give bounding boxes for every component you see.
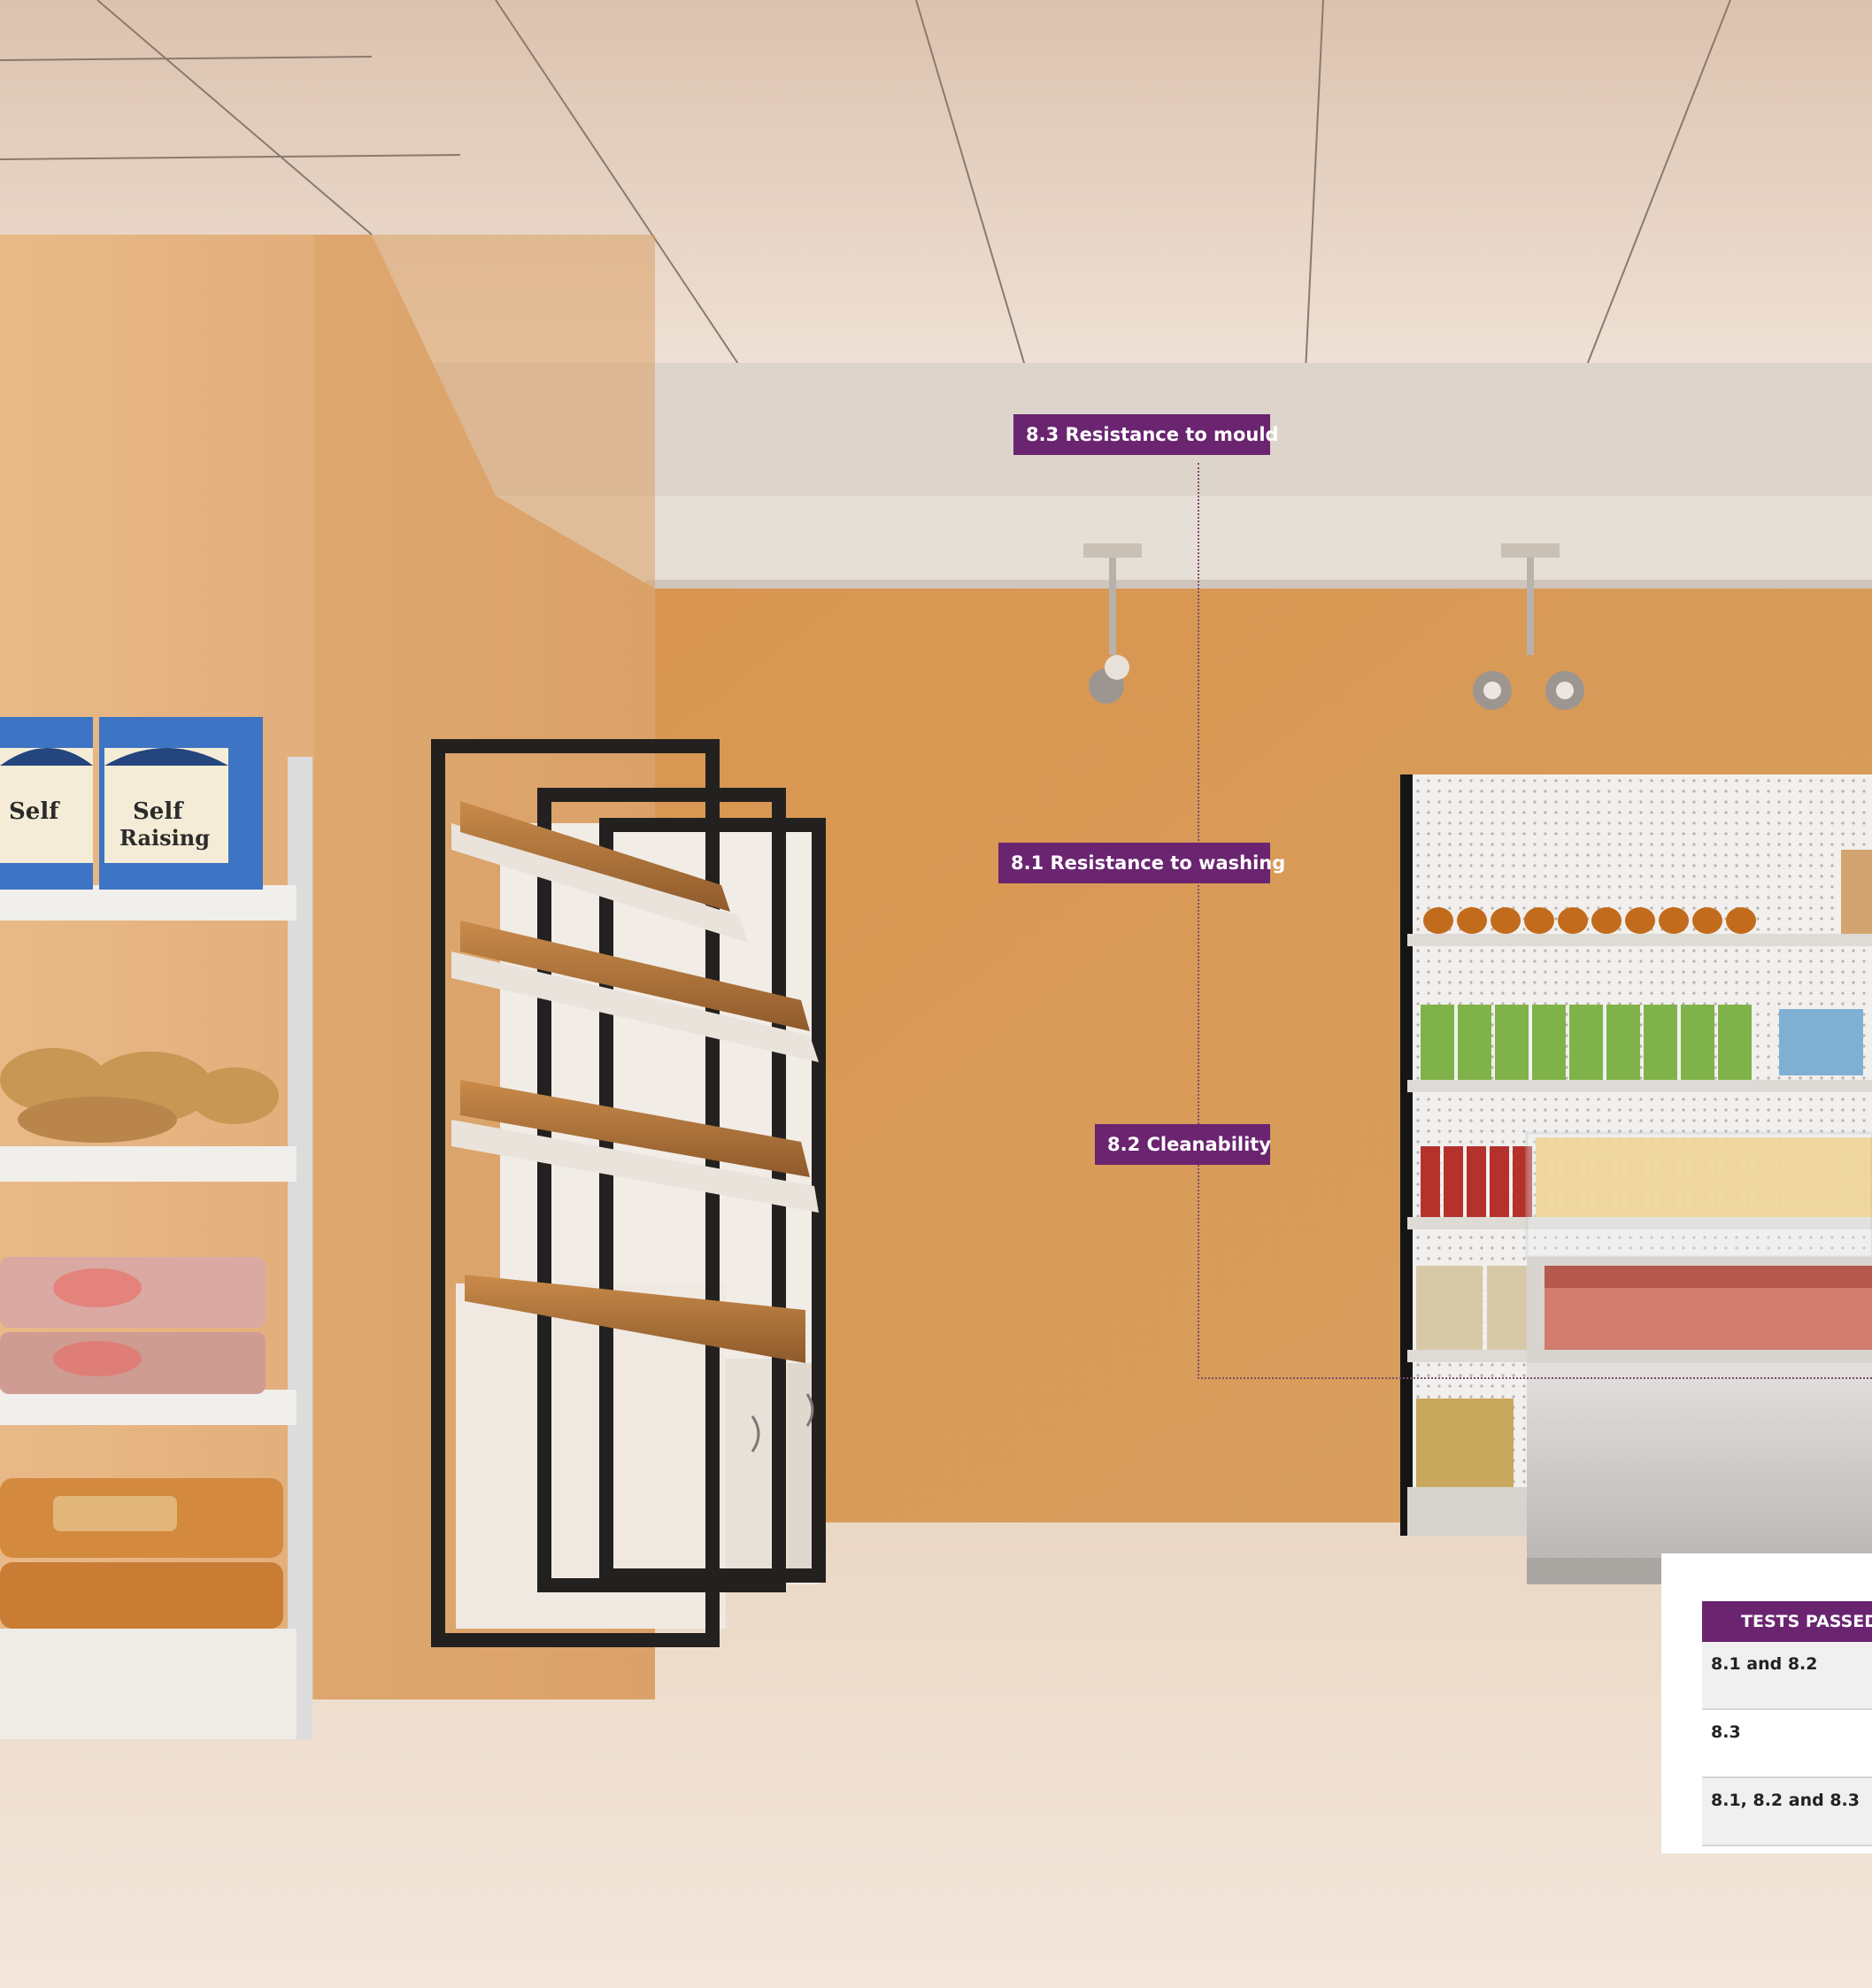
label-resistance-to-washing: 8.1 Resistance to washing <box>998 843 1285 883</box>
leader-line-vertical <box>1198 463 1199 1379</box>
store-interior-scene: Self Self Raising <box>0 0 1872 1988</box>
flour-bags: Self Self Raising <box>0 717 263 890</box>
tests-passed-header: TESTS PASSED <box>1702 1601 1872 1642</box>
packaged-meat <box>0 1257 266 1394</box>
label-resistance-to-mould: 8.3 Resistance to mould <box>1013 414 1279 455</box>
refrigerated-counter <box>1525 1131 1872 1584</box>
red-cans <box>1421 1146 1532 1217</box>
croissants <box>0 1478 283 1629</box>
svg-text:Self: Self <box>133 798 184 825</box>
tests-passed-table: TESTS PASSED 8.1 and 8.2 8.3 8.1, 8.2 an… <box>1702 1601 1872 1846</box>
leader-line-horizontal <box>1198 1377 1872 1379</box>
tests-passed-card: TESTS PASSED 8.1 and 8.2 8.3 8.1, 8.2 an… <box>1661 1553 1872 1853</box>
tests-row: 8.1, 8.2 and 8.3 <box>1702 1777 1872 1846</box>
svg-text:Raising: Raising <box>119 825 210 851</box>
tests-row: 8.1 and 8.2 <box>1702 1642 1872 1710</box>
svg-text:Self: Self <box>9 798 60 825</box>
tests-row: 8.3 <box>1702 1709 1872 1778</box>
label-cleanability: 8.2 Cleanability <box>1095 1124 1271 1165</box>
